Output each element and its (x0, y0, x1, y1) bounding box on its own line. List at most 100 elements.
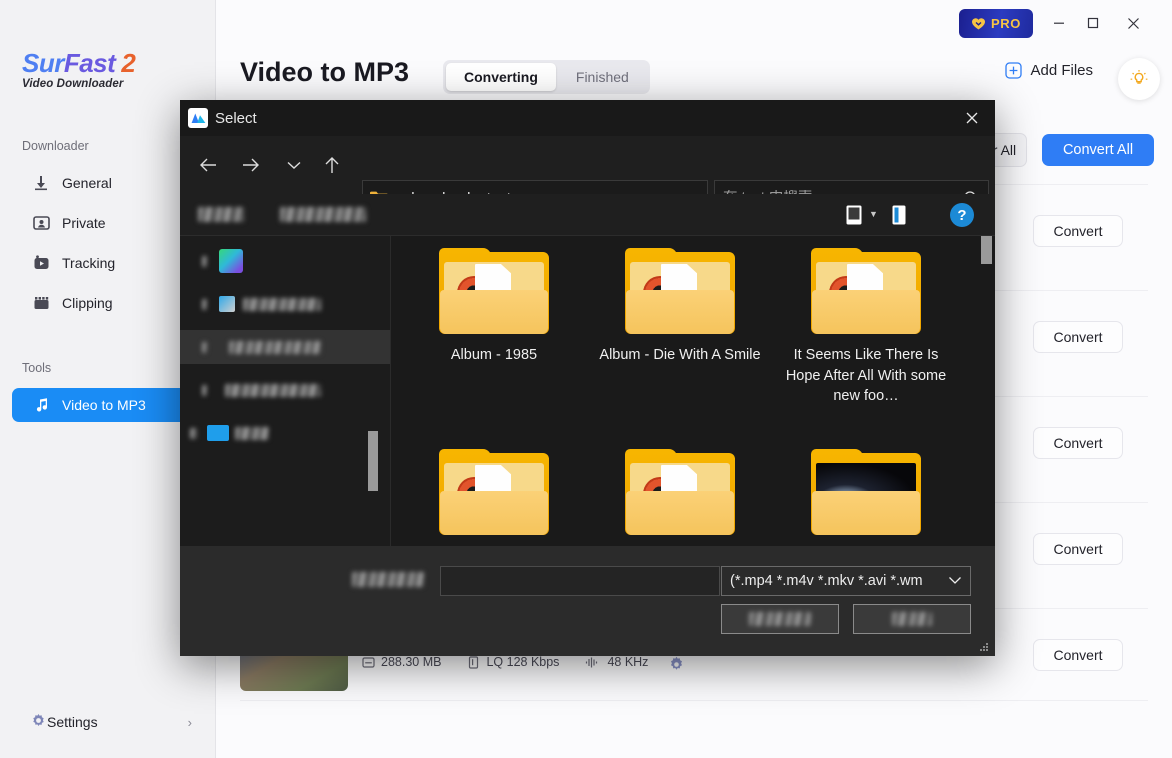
file-grid-item[interactable]: It Seems Like There Is Hope After All Wi… (773, 248, 959, 407)
tree-item[interactable] (180, 373, 390, 407)
pro-badge[interactable]: PRO (959, 9, 1033, 38)
filename-input[interactable] (440, 566, 720, 596)
chevron-down-icon (287, 161, 301, 169)
file-grid-item[interactable]: Album - 1985 (401, 248, 587, 366)
open-button[interactable] (721, 604, 839, 634)
minimize-button[interactable] (1045, 10, 1073, 36)
add-files-button[interactable]: Add Files (1005, 62, 1093, 79)
row-settings-button[interactable] (668, 656, 685, 678)
row-divider (240, 700, 1148, 701)
private-person-icon (30, 215, 52, 231)
file-grid-item[interactable]: Album - Die With A Smile (587, 248, 773, 366)
scrollbar-thumb[interactable] (981, 236, 992, 264)
file-name: It Seems Like There Is Hope After All Wi… (785, 347, 947, 404)
file-type-filter[interactable]: (*.mp4 *.m4v *.mkv *.avi *.wm (721, 566, 971, 596)
sidebar-item-video-to-mp3[interactable]: Video to MP3 (12, 388, 204, 422)
tab-finished[interactable]: Finished (558, 63, 647, 91)
file-type-filter-value: (*.mp4 *.m4v *.mkv *.avi *.wm (730, 573, 923, 589)
tree-item-label (243, 297, 321, 311)
preview-pane-icon (892, 205, 906, 225)
dialog-tree-pane[interactable] (180, 236, 390, 546)
tab-converting[interactable]: Converting (446, 63, 556, 91)
close-icon (966, 112, 978, 124)
tree-item-label (235, 426, 269, 440)
maximize-icon (1087, 17, 1099, 29)
tab-bar: Converting Finished (443, 60, 650, 94)
file-grid-item[interactable] (401, 449, 587, 537)
file-size: 288.30 MB (381, 655, 442, 669)
up-button[interactable] (313, 146, 351, 184)
recent-locations-button[interactable] (275, 146, 313, 184)
maximize-button[interactable] (1079, 10, 1107, 36)
pro-heart-icon (972, 17, 985, 29)
app-logo-icon (188, 108, 208, 128)
sidebar-section-downloader: Downloader (22, 139, 89, 153)
gear-icon (30, 712, 47, 732)
sidebar-item-private[interactable]: Private (12, 206, 204, 240)
dialog-file-grid[interactable]: Album - 1985 Album - Die With A Smile It… (391, 236, 995, 546)
sidebar-item-label: General (62, 175, 112, 191)
folder-with-media-icon (811, 248, 921, 336)
app-logo: SurFast 2 Video Downloader (22, 48, 136, 90)
file-meta: 288.30 MB LQ 128 Kbps 48 KHz (362, 655, 648, 669)
folder-with-image-icon (811, 449, 921, 537)
dialog-close-button[interactable] (949, 100, 995, 136)
arrow-right-icon (243, 158, 259, 172)
resize-grip-icon[interactable] (978, 640, 990, 652)
brand-part-3: 2 (121, 48, 136, 78)
pro-label: PRO (991, 16, 1021, 31)
view-layout-button[interactable] (843, 204, 865, 226)
dialog-toolbar: ▼ ? (180, 194, 995, 236)
tree-item-selected[interactable] (180, 330, 390, 364)
tree-item[interactable] (180, 416, 390, 450)
tree-item-icon (207, 425, 229, 441)
close-button[interactable] (1119, 10, 1147, 36)
sidebar-section-tools: Tools (22, 361, 52, 375)
tree-item[interactable] (180, 287, 390, 321)
sidebar-item-general[interactable]: General (12, 166, 204, 200)
convert-button[interactable]: Convert (1033, 427, 1123, 459)
tips-button[interactable] (1118, 58, 1160, 100)
dialog-title-bar: Select (180, 100, 995, 136)
toolbar-label-organize[interactable] (198, 207, 244, 222)
file-grid-item[interactable] (773, 449, 959, 537)
minimize-icon (1054, 22, 1064, 24)
preview-pane-button[interactable] (888, 204, 910, 226)
tree-item-label (229, 340, 321, 354)
settings-label: Settings (47, 714, 98, 730)
convert-all-label: Convert All (1062, 142, 1134, 158)
convert-button[interactable]: Convert (1033, 321, 1123, 353)
help-button[interactable]: ? (950, 203, 974, 227)
chevron-right-icon: › (187, 714, 192, 730)
dialog-title: Select (215, 109, 257, 127)
file-grid-scrollbar[interactable] (981, 236, 992, 546)
folder-with-media-icon (625, 449, 735, 537)
file-name: Album - Die With A Smile (599, 347, 761, 363)
forward-button[interactable] (232, 146, 270, 184)
folder-with-media-icon (439, 449, 549, 537)
tree-scrollbar-thumb[interactable] (368, 431, 378, 491)
sidebar-item-clipping[interactable]: Clipping (12, 286, 204, 320)
file-size-icon (362, 656, 375, 668)
cancel-button[interactable] (853, 604, 971, 634)
arrow-left-icon (200, 158, 216, 172)
arrow-up-icon (325, 157, 339, 173)
convert-button[interactable]: Convert (1033, 215, 1123, 247)
view-layout-icon (846, 205, 862, 225)
convert-button[interactable]: Convert (1033, 533, 1123, 565)
tree-item[interactable] (180, 244, 390, 278)
tracking-camera-icon (30, 255, 52, 271)
back-button[interactable] (189, 146, 227, 184)
caret-down-icon[interactable]: ▼ (869, 209, 878, 219)
sidebar-item-label: Private (62, 215, 106, 231)
chevron-down-icon (942, 573, 962, 589)
file-name: Album - 1985 (450, 347, 538, 363)
file-samplerate: 48 KHz (607, 655, 649, 669)
title-bar: PRO (216, 0, 1172, 44)
file-grid-item[interactable] (587, 449, 773, 537)
tree-item-icon (219, 296, 235, 312)
convert-all-button[interactable]: Convert All (1042, 134, 1154, 166)
sidebar-item-tracking[interactable]: Tracking (12, 246, 204, 280)
toolbar-label-new-folder[interactable] (280, 207, 366, 222)
sidebar-item-settings[interactable]: Settings › (12, 705, 204, 739)
